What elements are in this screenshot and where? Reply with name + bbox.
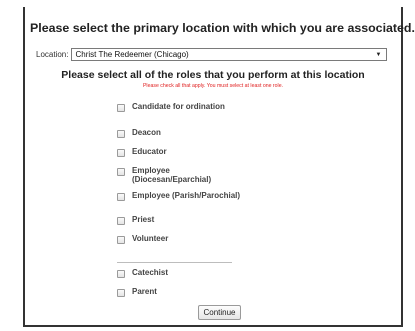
role-label: Candidate for ordination [132, 102, 225, 111]
role-volunteer[interactable]: Volunteer [117, 234, 242, 244]
parent-checkbox[interactable] [117, 289, 125, 297]
continue-button[interactable]: Continue [198, 305, 241, 320]
candidate-for-ordination-checkbox[interactable] [117, 104, 125, 112]
roles-heading: Please select all of the roles that you … [61, 69, 365, 81]
roles-divider [117, 262, 232, 263]
role-deacon[interactable]: Deacon [117, 128, 242, 138]
page-title: Please select the primary location with … [30, 21, 415, 35]
role-label: Parent [132, 287, 157, 296]
role-employee-diocesan[interactable]: Employee (Diocesan/Eparchial) [117, 166, 242, 184]
role-priest[interactable]: Priest [117, 215, 242, 225]
role-label: Priest [132, 215, 155, 224]
volunteer-checkbox[interactable] [117, 236, 125, 244]
location-selected-value: Christ The Redeemer (Chicago) [75, 49, 189, 59]
educator-checkbox[interactable] [117, 149, 125, 157]
location-row: Location: Christ The Redeemer (Chicago) … [36, 46, 388, 62]
role-employee-parish[interactable]: Employee (Parish/Parochial) [117, 191, 242, 201]
employee-diocesan-checkbox[interactable] [117, 168, 125, 176]
role-label: Volunteer [132, 234, 169, 243]
role-label: Deacon [132, 128, 161, 137]
role-label: Employee (Parish/Parochial) [132, 191, 241, 200]
role-catechist[interactable]: Catechist [117, 268, 242, 278]
roles-instructions: Please check all that apply. You must se… [142, 83, 284, 89]
role-label: Educator [132, 147, 167, 156]
role-educator[interactable]: Educator [117, 147, 242, 157]
role-label: Catechist [132, 268, 169, 277]
location-select[interactable]: Christ The Redeemer (Chicago) ▼ [71, 47, 388, 61]
form-panel: Please select the primary location with … [23, 7, 415, 327]
role-candidate-for-ordination[interactable]: Candidate for ordination [117, 102, 242, 112]
chevron-down-icon[interactable]: ▼ [376, 52, 382, 58]
location-label: Location: [36, 49, 69, 59]
deacon-checkbox[interactable] [117, 130, 125, 138]
priest-checkbox[interactable] [117, 217, 125, 225]
role-parent[interactable]: Parent [117, 287, 242, 297]
role-label: Employee (Diocesan/Eparchial) [132, 166, 212, 184]
employee-parish-checkbox[interactable] [117, 193, 125, 201]
catechist-checkbox[interactable] [117, 270, 125, 278]
